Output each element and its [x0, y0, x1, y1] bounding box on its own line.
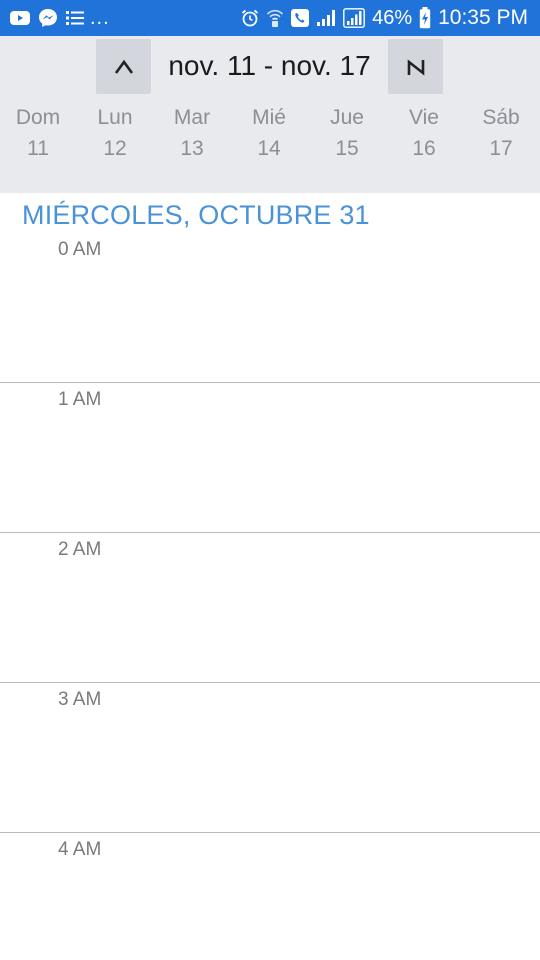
notifications-overflow: ... — [90, 6, 110, 29]
day-number: 11 — [27, 137, 49, 160]
day-column-wednesday[interactable]: Mié 14 — [230, 106, 308, 161]
previous-week-button[interactable] — [96, 39, 151, 94]
status-bar-notifications: ... — [10, 7, 110, 29]
hour-label: 0 AM — [58, 239, 102, 260]
day-name: Vie — [409, 106, 439, 129]
day-name: Lun — [97, 106, 133, 129]
phone-call-icon — [291, 9, 310, 27]
day-column-sunday[interactable]: Dom 11 — [0, 106, 77, 161]
day-number: 14 — [257, 137, 281, 160]
week-range-label[interactable]: nov. 11 - nov. 17 — [151, 50, 388, 82]
hour-label: 1 AM — [58, 389, 102, 410]
list-icon — [66, 10, 84, 26]
status-bar-system: 46% 10:35 PM — [241, 5, 528, 31]
day-number: 15 — [335, 137, 359, 160]
week-header: nov. 11 - nov. 17 Dom 11 Lun 12 Mar 13 M… — [0, 36, 540, 193]
battery-charging-icon — [419, 7, 431, 29]
messenger-icon — [38, 8, 58, 28]
day-number: 13 — [180, 137, 204, 160]
hour-divider — [0, 382, 540, 383]
hour-divider — [0, 532, 540, 533]
day-column-saturday[interactable]: Sáb 17 — [462, 106, 540, 161]
chevron-down-icon — [406, 58, 426, 76]
status-bar: ... 46% 10:35 PM — [0, 0, 540, 36]
day-name: Mié — [252, 106, 286, 129]
day-name: Dom — [15, 106, 61, 129]
hour-label: 3 AM — [58, 689, 102, 710]
hour-label: 2 AM — [58, 539, 102, 560]
day-name: Sáb — [482, 106, 520, 129]
day-column-friday[interactable]: Vie 16 — [385, 106, 463, 161]
hour-divider — [0, 832, 540, 833]
day-number: 12 — [103, 137, 127, 160]
signal-icon — [316, 9, 336, 27]
clock: 10:35 PM — [438, 6, 528, 29]
chevron-up-icon — [114, 59, 134, 75]
date-heading: MIÉRCOLES, OCTUBRE 31 — [22, 200, 370, 230]
signal-icon — [343, 8, 365, 28]
next-week-button[interactable] — [388, 39, 443, 94]
day-column-monday[interactable]: Lun 12 — [76, 106, 154, 161]
youtube-icon — [10, 11, 30, 25]
day-name: Jue — [330, 106, 364, 129]
day-number: 16 — [412, 137, 436, 160]
day-column-tuesday[interactable]: Mar 13 — [153, 106, 231, 161]
alarm-icon — [241, 9, 259, 27]
day-name: Mar — [173, 106, 211, 129]
battery-percent: 46% — [372, 6, 413, 29]
hour-divider — [0, 682, 540, 683]
wifi-call-icon — [266, 8, 284, 28]
hour-label: 4 AM — [58, 839, 102, 860]
day-column-thursday[interactable]: Jue 15 — [308, 106, 386, 161]
day-number: 17 — [489, 137, 513, 160]
